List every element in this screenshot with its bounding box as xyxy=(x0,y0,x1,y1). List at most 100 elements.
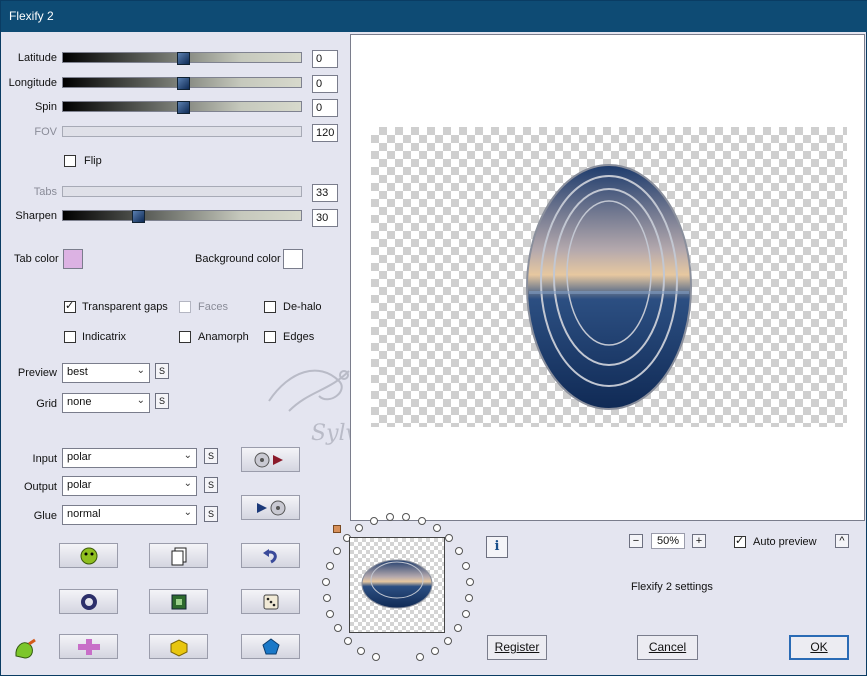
dice-button[interactable] xyxy=(241,589,300,614)
longitude-field[interactable]: 0 xyxy=(312,75,338,93)
navigator-ring-dot[interactable] xyxy=(344,636,353,645)
anamorph-checkbox[interactable] xyxy=(179,331,191,343)
load-preset-button[interactable] xyxy=(241,447,300,472)
navigator-ring-dot[interactable] xyxy=(417,517,426,526)
navigator-ring-dot[interactable] xyxy=(416,653,425,662)
navigator-ring-dot[interactable] xyxy=(432,524,441,533)
navigator-ring-dot[interactable] xyxy=(465,577,474,586)
navigator-ring-dot[interactable] xyxy=(332,547,341,556)
navigator-ring-dot[interactable] xyxy=(465,594,474,603)
navigator-ring-dot[interactable] xyxy=(431,646,440,655)
collapse-toggle-button[interactable]: ^ xyxy=(835,534,849,548)
navigator-ring-dot[interactable] xyxy=(454,624,463,633)
info-button[interactable]: i xyxy=(486,536,508,558)
tabs-field[interactable]: 33 xyxy=(312,184,338,202)
output-s-button[interactable]: S xyxy=(204,477,218,493)
faces-checkbox xyxy=(179,301,191,313)
anamorph-label: Anamorph xyxy=(198,331,249,343)
green-face-icon xyxy=(80,547,97,564)
navigator-ring-dot[interactable] xyxy=(356,646,365,655)
navigator-ring-dot[interactable] xyxy=(462,561,471,570)
auto-preview-checkbox[interactable]: ✓ xyxy=(734,535,746,548)
preview-canvas[interactable] xyxy=(350,34,865,521)
preview-s-button[interactable]: S xyxy=(155,363,169,379)
grid-s-button[interactable]: S xyxy=(155,393,169,409)
chip-icon xyxy=(171,594,186,609)
tab-color-swatch[interactable] xyxy=(63,249,83,269)
flip-checkbox[interactable] xyxy=(64,155,76,167)
save-preset-button[interactable] xyxy=(241,495,300,520)
ring-button[interactable] xyxy=(59,589,118,614)
navigator-ring-dot[interactable] xyxy=(443,636,452,645)
spin-slider[interactable] xyxy=(62,101,302,114)
navigator-ring-dot[interactable] xyxy=(455,547,464,556)
transparent-gaps-label: Transparent gaps xyxy=(82,301,168,313)
dehalo-checkbox[interactable] xyxy=(264,301,276,313)
copy-button[interactable] xyxy=(149,543,208,568)
indicatrix-checkbox[interactable] xyxy=(64,331,76,343)
sharpen-slider-thumb[interactable] xyxy=(132,210,145,223)
thumbnail-image xyxy=(361,559,433,609)
fov-label: FOV xyxy=(34,126,57,138)
longitude-slider-thumb[interactable] xyxy=(177,77,190,90)
navigator-ring-dot[interactable] xyxy=(326,609,335,618)
navigator-ring-dot[interactable] xyxy=(371,653,380,662)
latitude-field[interactable]: 0 xyxy=(312,50,338,68)
glue-select[interactable]: normal ⌄ xyxy=(62,505,197,525)
cancel-button[interactable]: Cancel xyxy=(637,635,698,660)
flexified-image xyxy=(526,164,692,410)
flip-label: Flip xyxy=(84,155,102,167)
faces-label: Faces xyxy=(198,301,228,313)
flexify-dialog: Flexify 2 Latitude 0 Longitude 0 Spin 0 … xyxy=(0,0,867,676)
navigator-marker[interactable] xyxy=(333,525,341,533)
title-bar: Flexify 2 xyxy=(1,1,867,32)
longitude-slider[interactable] xyxy=(62,77,302,90)
zoom-in-button[interactable]: + xyxy=(692,534,706,548)
edges-checkbox[interactable] xyxy=(264,331,276,343)
edges-label: Edges xyxy=(283,331,315,343)
transparent-gaps-checkbox[interactable]: ✓ xyxy=(64,300,76,313)
undo-arrow-icon xyxy=(262,548,277,563)
glue-label: Glue xyxy=(33,510,57,522)
sharpen-field[interactable]: 30 xyxy=(312,209,338,227)
navigator-ring-dot[interactable] xyxy=(355,524,364,533)
latitude-slider[interactable] xyxy=(62,52,302,65)
background-color-swatch[interactable] xyxy=(283,249,303,269)
navigator-ring-dot[interactable] xyxy=(370,517,379,526)
fov-slider xyxy=(62,126,302,137)
grid-select[interactable]: none ⌄ xyxy=(62,393,150,413)
spin-slider-thumb[interactable] xyxy=(177,101,190,114)
output-select[interactable]: polar ⌄ xyxy=(62,476,197,496)
navigator-ring-dot[interactable] xyxy=(461,609,470,618)
yellow-cube-icon xyxy=(170,638,187,657)
zoom-out-button[interactable]: − xyxy=(629,534,643,548)
cube-button[interactable] xyxy=(149,634,208,659)
chip-button[interactable] xyxy=(149,589,208,614)
chevron-down-icon: ⌄ xyxy=(183,478,192,489)
navigator-ring-dot[interactable] xyxy=(322,594,331,603)
randomize-button[interactable] xyxy=(59,543,118,568)
background-color-label: Background color xyxy=(195,253,281,265)
pentagon-button[interactable] xyxy=(241,634,300,659)
input-s-button[interactable]: S xyxy=(204,448,218,464)
input-select[interactable]: polar ⌄ xyxy=(62,448,197,468)
latitude-label: Latitude xyxy=(17,52,57,64)
cross-button[interactable] xyxy=(59,634,118,659)
navigator-ring-dot[interactable] xyxy=(325,561,334,570)
chevron-down-icon: ⌄ xyxy=(136,365,145,376)
thumbnail-preview[interactable] xyxy=(349,537,445,633)
glue-s-button[interactable]: S xyxy=(204,506,218,522)
navigator-ring-dot[interactable] xyxy=(445,534,454,543)
ok-button[interactable]: OK xyxy=(789,635,849,660)
undo-button[interactable] xyxy=(241,543,300,568)
latitude-slider-thumb[interactable] xyxy=(177,52,190,65)
tabs-slider xyxy=(62,186,302,197)
sharpen-slider[interactable] xyxy=(62,210,302,223)
spin-field[interactable]: 0 xyxy=(312,99,338,117)
preview-select[interactable]: best ⌄ xyxy=(62,363,150,383)
navigator-ring-dot[interactable] xyxy=(333,624,342,633)
register-button[interactable]: Register xyxy=(487,635,547,660)
fov-field[interactable]: 120 xyxy=(312,124,338,142)
cross-tiles-icon xyxy=(77,638,100,655)
navigator-ring-dot[interactable] xyxy=(322,577,331,586)
